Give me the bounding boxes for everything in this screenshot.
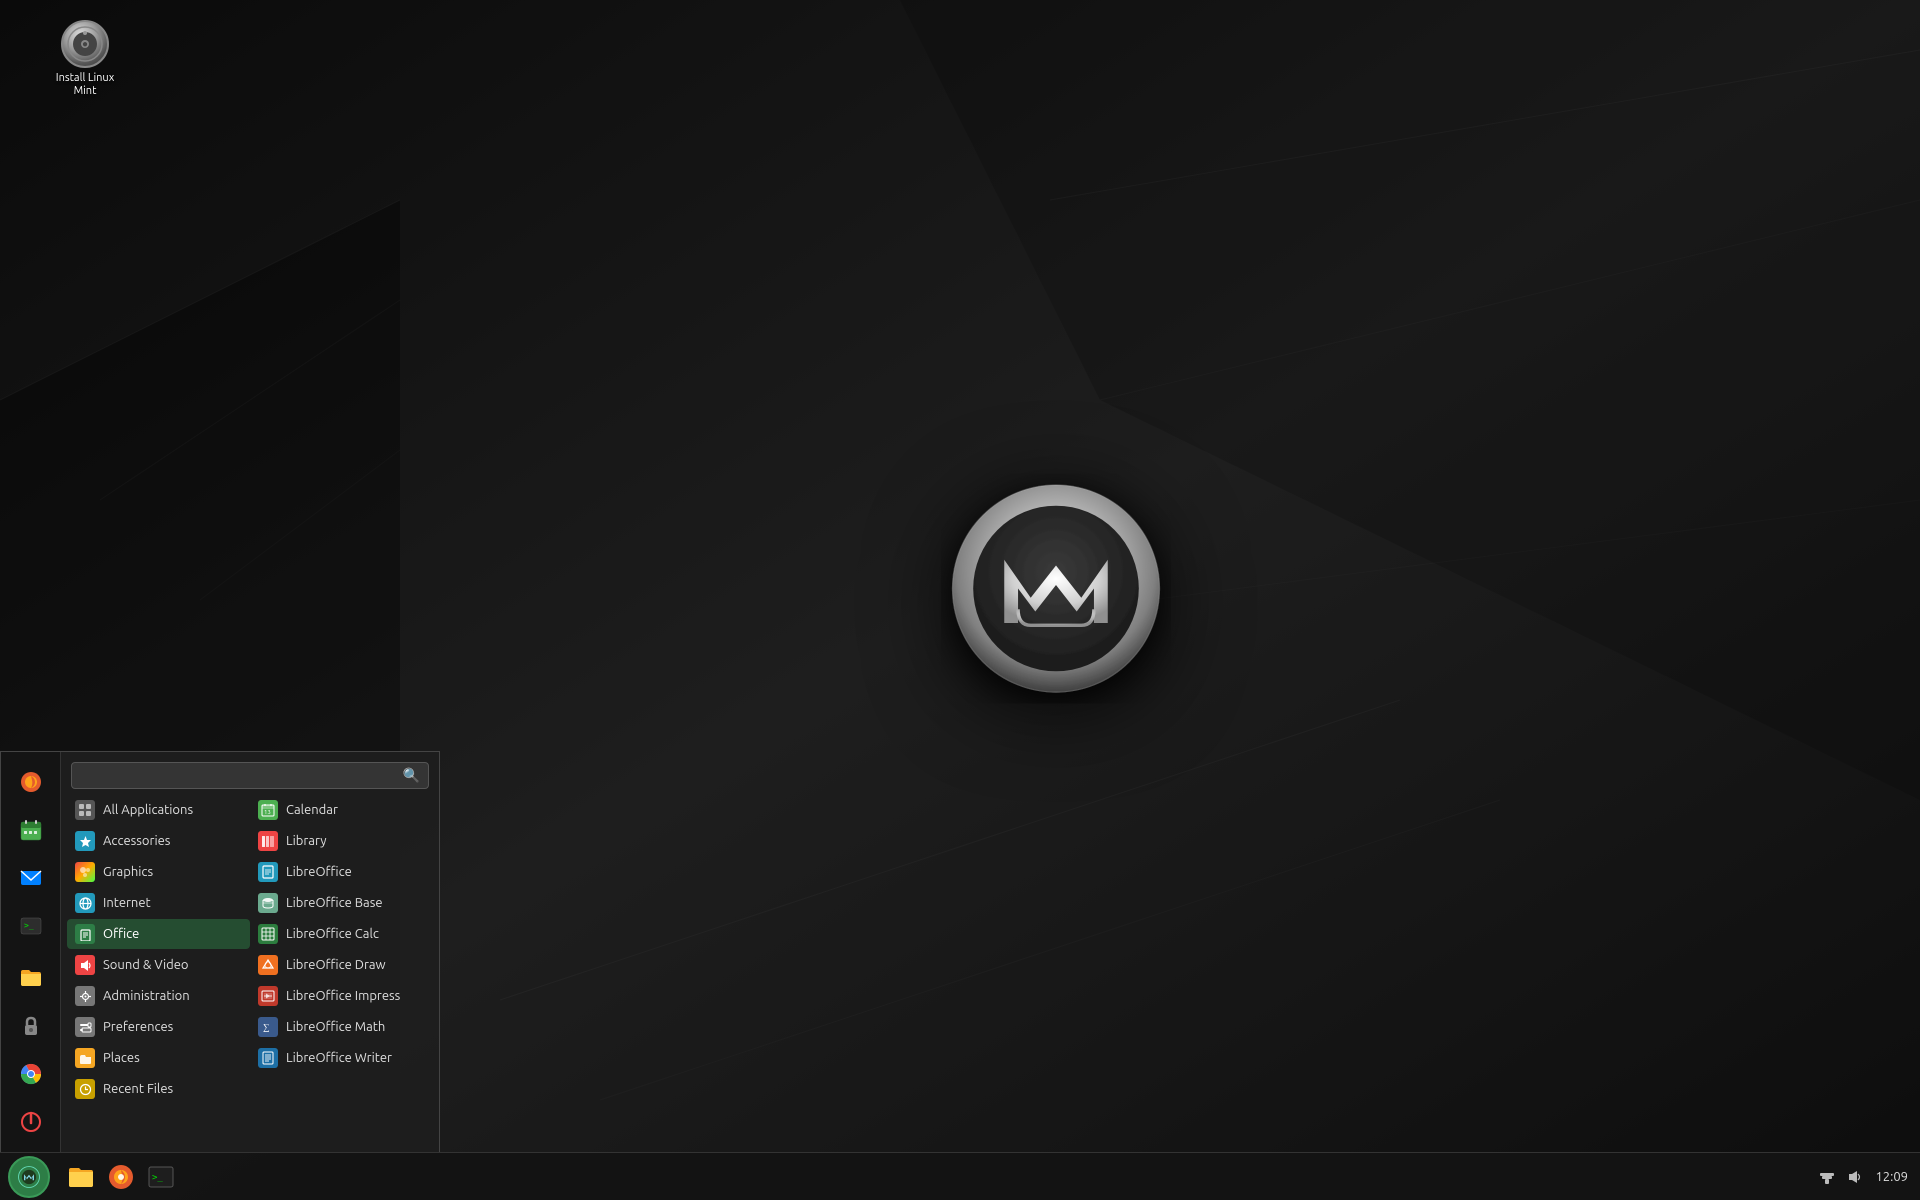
lo-calc-icon: [258, 924, 278, 944]
volume-icon[interactable]: [1847, 1169, 1863, 1185]
places-label: Places: [103, 1051, 140, 1065]
menu-search-area: 🔍: [61, 752, 439, 795]
svg-text:>_: >_: [152, 1173, 163, 1183]
lo-draw-label: LibreOffice Draw: [286, 958, 386, 972]
sidebar-calendar[interactable]: [9, 808, 53, 852]
library-app-label: Library: [286, 834, 326, 848]
administration-label: Administration: [103, 989, 190, 1003]
app-library[interactable]: Library: [250, 826, 433, 856]
lo-base-label: LibreOffice Base: [286, 896, 383, 910]
install-linux-mint-icon[interactable]: Install Linux Mint: [45, 20, 125, 98]
category-internet[interactable]: Internet: [67, 888, 250, 918]
taskbar-apps: >_: [58, 1158, 184, 1196]
app-libreoffice-math[interactable]: ∑ LibreOffice Math: [250, 1012, 433, 1042]
office-label: Office: [103, 927, 139, 941]
places-icon: [75, 1048, 95, 1068]
app-libreoffice-draw[interactable]: LibreOffice Draw: [250, 950, 433, 980]
calendar-app-label: Calendar: [286, 803, 338, 817]
svg-text:∑: ∑: [263, 1022, 269, 1032]
accessories-icon: [75, 831, 95, 851]
lo-math-icon: ∑: [258, 1017, 278, 1037]
administration-icon: [75, 986, 95, 1006]
desktop: Install Linux Mint: [0, 0, 1920, 1200]
category-places[interactable]: Places: [67, 1043, 250, 1073]
lo-writer-icon: [258, 1048, 278, 1068]
libreoffice-app-label: LibreOffice: [286, 865, 352, 879]
taskbar: >_ 12:09: [0, 1152, 1920, 1200]
category-office[interactable]: Office: [67, 919, 250, 949]
taskbar-left: [0, 1156, 58, 1198]
all-applications-label: All Applications: [103, 803, 193, 817]
lo-draw-icon: [258, 955, 278, 975]
install-linux-mint-label: Install Linux Mint: [45, 72, 125, 98]
mint-logo: [941, 474, 1171, 704]
sidebar-power[interactable]: [9, 1100, 53, 1144]
taskbar-right: 12:09: [1807, 1169, 1920, 1185]
category-administration[interactable]: Administration: [67, 981, 250, 1011]
sound-video-label: Sound & Video: [103, 958, 189, 972]
preferences-icon: [75, 1017, 95, 1037]
menu-sidebar: >_: [1, 752, 61, 1152]
recent-files-label: Recent Files: [103, 1082, 173, 1096]
sidebar-chrome[interactable]: [9, 1052, 53, 1096]
start-menu-button[interactable]: [8, 1156, 50, 1198]
category-recent-files[interactable]: Recent Files: [67, 1074, 250, 1104]
preferences-label: Preferences: [103, 1020, 173, 1034]
graphics-label: Graphics: [103, 865, 153, 879]
menu-columns: All Applications Accessories: [61, 795, 439, 1152]
app-libreoffice-writer[interactable]: LibreOffice Writer: [250, 1043, 433, 1073]
lo-impress-label: LibreOffice Impress: [286, 989, 400, 1003]
office-icon: [75, 924, 95, 944]
taskbar-firefox[interactable]: [102, 1158, 140, 1196]
taskbar-files[interactable]: [62, 1158, 100, 1196]
system-clock: 12:09: [1875, 1170, 1908, 1184]
search-input[interactable]: [80, 768, 403, 783]
sidebar-terminal[interactable]: >_: [9, 904, 53, 948]
all-applications-icon: [75, 800, 95, 820]
internet-icon: [75, 893, 95, 913]
svg-text:13: 13: [264, 809, 271, 816]
svg-text:>_: >_: [24, 921, 34, 930]
lo-writer-label: LibreOffice Writer: [286, 1051, 392, 1065]
category-preferences[interactable]: Preferences: [67, 1012, 250, 1042]
lo-math-label: LibreOffice Math: [286, 1020, 385, 1034]
app-libreoffice-impress[interactable]: LibreOffice Impress: [250, 981, 433, 1011]
app-libreoffice-calc[interactable]: LibreOffice Calc: [250, 919, 433, 949]
sidebar-lock[interactable]: [9, 1004, 53, 1048]
libreoffice-app-icon: [258, 862, 278, 882]
category-accessories[interactable]: Accessories: [67, 826, 250, 856]
graphics-icon: [75, 862, 95, 882]
categories-column: All Applications Accessories: [67, 795, 250, 1144]
lo-calc-label: LibreOffice Calc: [286, 927, 379, 941]
network-icon[interactable]: [1819, 1169, 1835, 1185]
sidebar-firefox[interactable]: [9, 760, 53, 804]
calendar-app-icon: 13: [258, 800, 278, 820]
recent-files-icon: [75, 1079, 95, 1099]
taskbar-terminal[interactable]: >_: [142, 1158, 180, 1196]
install-icon-image: [61, 20, 109, 68]
app-calendar[interactable]: 13 Calendar: [250, 795, 433, 825]
sidebar-files[interactable]: [9, 956, 53, 1000]
library-app-icon: [258, 831, 278, 851]
menu-content: 🔍: [61, 752, 439, 1152]
sound-video-icon: [75, 955, 95, 975]
accessories-label: Accessories: [103, 834, 170, 848]
internet-label: Internet: [103, 896, 151, 910]
sidebar-mail[interactable]: [9, 856, 53, 900]
category-all-applications[interactable]: All Applications: [67, 795, 250, 825]
start-menu: >_: [0, 751, 440, 1152]
search-icon: 🔍: [403, 767, 420, 784]
apps-column: 13 Calendar: [250, 795, 433, 1144]
lo-impress-icon: [258, 986, 278, 1006]
category-sound-video[interactable]: Sound & Video: [67, 950, 250, 980]
lo-base-icon: [258, 893, 278, 913]
category-graphics[interactable]: Graphics: [67, 857, 250, 887]
app-libreoffice[interactable]: LibreOffice: [250, 857, 433, 887]
search-box[interactable]: 🔍: [71, 762, 429, 789]
app-libreoffice-base[interactable]: LibreOffice Base: [250, 888, 433, 918]
